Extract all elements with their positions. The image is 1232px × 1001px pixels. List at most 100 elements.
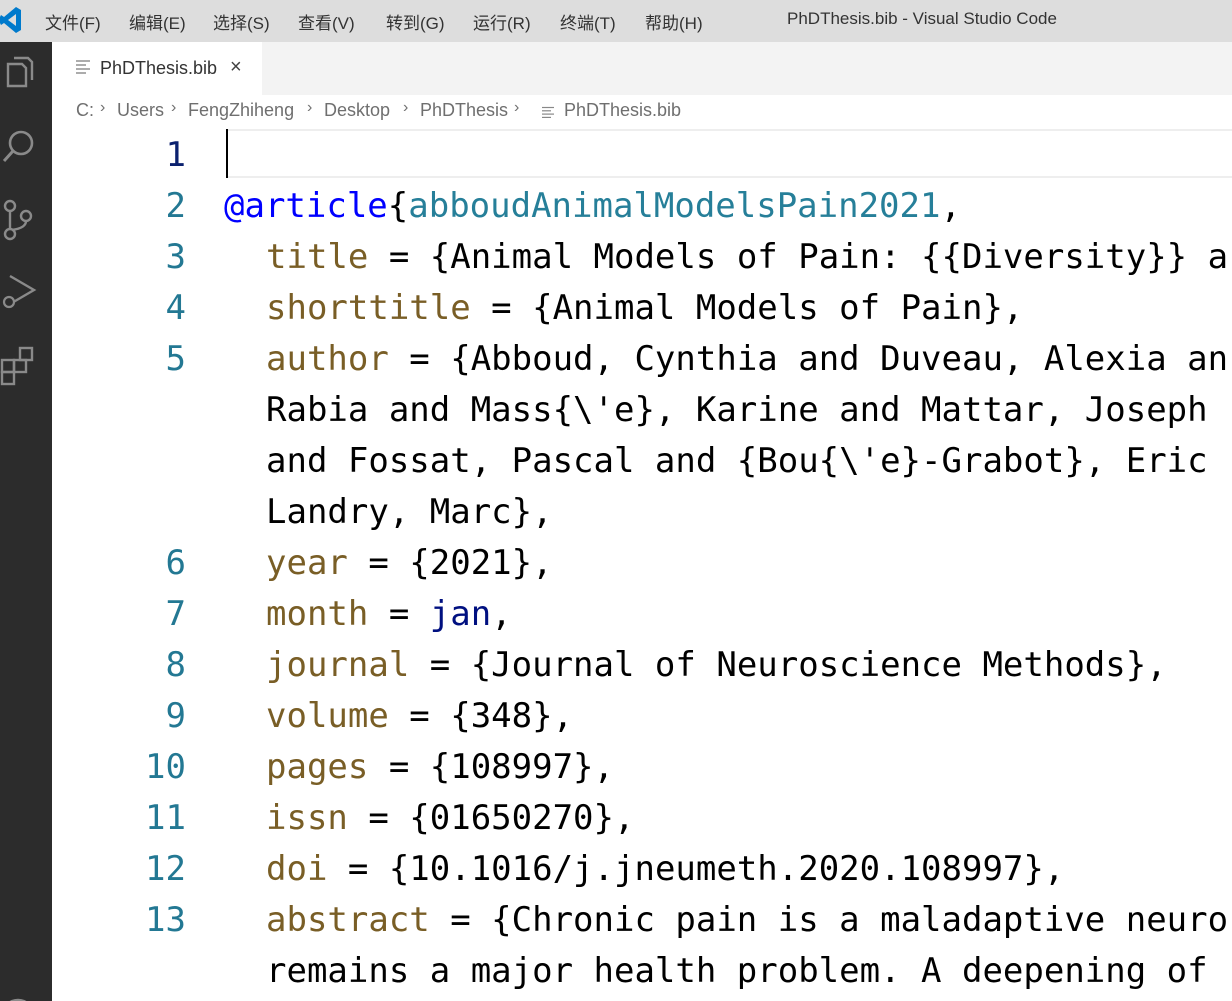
breadcrumb-folder[interactable]: PhDThesis [420,100,508,121]
code-line[interactable]: 5 author = {Abboud, Cynthia and Duveau, … [52,333,1232,384]
menu-run[interactable]: 运行(R) [473,9,531,34]
line-text: volume = {348}, [266,696,573,736]
field-name: doi [266,849,328,889]
field-value: = {01650270}, [347,798,635,838]
line-text: remains a major health problem. A deepen… [266,951,1208,991]
source-control-icon [3,199,33,241]
run-debug-icon [2,274,37,309]
menu-help[interactable]: 帮助(H) [645,9,703,34]
comma: , [940,186,961,226]
field-value: = {348}, [388,696,574,736]
search-icon [2,130,34,163]
wrapped-line[interactable]: Rabia and Mass{\'e}, Karine and Mattar, … [52,384,1232,435]
account-icon [9,998,27,1001]
line-number: 10 [145,747,186,787]
line-text: @article{abboudAnimalModelsPain2021, [224,186,961,226]
open-brace: { [387,186,409,226]
line-number: 8 [165,645,186,685]
menu-file[interactable]: 文件(F) [45,9,101,34]
field-name: year [266,543,348,583]
vscode-logo-icon[interactable] [0,6,22,34]
line-number: 2 [165,186,186,226]
breadcrumb-file[interactable]: PhDThesis.bib [564,100,681,121]
line-text: doi = {10.1016/j.jneumeth.2020.108997}, [266,849,1064,889]
field-name: journal [266,645,410,685]
code-line[interactable]: 6 year = {2021}, [52,537,1232,588]
tab-phdthesis-bib[interactable]: PhDThesis.bib × [52,42,262,95]
code-line[interactable]: 2 @article{abboudAnimalModelsPain2021, [52,180,1232,231]
field-value: = {2021}, [347,543,553,583]
field-value: = {Animal Models of Pain: {{Diversity}} … [368,237,1229,277]
field-name: shorttitle [266,288,471,328]
wrapped-line[interactable]: remains a major health problem. A deepen… [52,945,1232,996]
activity-bar [0,42,52,1001]
line-number: 3 [165,237,186,277]
line-number: 5 [165,339,186,379]
chevron-right-icon: › [403,99,409,116]
explorer-button[interactable] [0,50,52,102]
line-text: shorttitle = {Animal Models of Pain}, [266,288,1023,328]
line-text: month = jan, [266,594,512,634]
menu-view[interactable]: 查看(V) [298,9,355,34]
line-text: issn = {01650270}, [266,798,634,838]
field-value: = {Abboud, Cynthia and Duveau, Alexia an [388,339,1229,379]
equals: = [368,594,430,634]
chevron-right-icon: › [307,99,313,116]
code-line[interactable]: 11 issn = {01650270}, [52,792,1232,843]
line-text: Landry, Marc}, [266,492,553,532]
line-text: title = {Animal Models of Pain: {{Divers… [266,237,1228,277]
breadcrumb: C: › Users › FengZhiheng › Desktop › PhD… [52,95,1232,129]
file-lines-icon [76,60,90,74]
code-line[interactable]: 1 [52,129,1232,180]
wrapped-line[interactable]: and Fossat, Pascal and {Bou{\'e}-Grabot}… [52,435,1232,486]
code-line[interactable]: 9 volume = {348}, [52,690,1232,741]
menu-edit[interactable]: 编辑(E) [129,9,186,34]
breadcrumb-users[interactable]: Users [117,100,164,121]
code-editor[interactable]: 1 2 @article{abboudAnimalModelsPain2021,… [52,129,1232,1001]
chevron-right-icon: › [171,99,177,116]
search-button[interactable] [0,122,52,174]
code-line[interactable]: 4 shorttitle = {Animal Models of Pain}, [52,282,1232,333]
breadcrumb-desktop[interactable]: Desktop [324,100,390,121]
wrapped-line[interactable]: Landry, Marc}, [52,486,1232,537]
close-icon[interactable]: × [230,56,242,79]
run-debug-button[interactable] [0,266,52,318]
line-text: abstract = {Chronic pain is a maladaptiv… [266,900,1228,940]
source-control-button[interactable] [0,194,52,246]
code-line[interactable]: 7 month = jan, [52,588,1232,639]
line-text: and Fossat, Pascal and {Bou{\'e}-Grabot}… [266,441,1208,481]
extensions-button[interactable] [0,338,52,390]
line-number: 6 [165,543,186,583]
line-number: 4 [165,288,186,328]
field-name: issn [266,798,348,838]
field-name: month [266,594,369,634]
window-title: PhDThesis.bib - Visual Studio Code [787,9,1057,28]
field-name: abstract [266,900,430,940]
title-bar: 文件(F) 编辑(E) 选择(S) 查看(V) 转到(G) 运行(R) 终端(T… [0,0,1232,42]
line-number: 1 [165,135,186,175]
code-line[interactable]: 8 journal = {Journal of Neuroscience Met… [52,639,1232,690]
breadcrumb-drive[interactable]: C: [76,100,94,121]
line-text: Rabia and Mass{\'e}, Karine and Mattar, … [266,390,1208,430]
code-line[interactable]: 10 pages = {108997}, [52,741,1232,792]
code-line[interactable]: 3 title = {Animal Models of Pain: {{Dive… [52,231,1232,282]
code-line[interactable]: 13 abstract = {Chronic pain is a maladap… [52,894,1232,945]
line-number: 7 [165,594,186,634]
menu-selection[interactable]: 选择(S) [213,9,270,34]
line-text: journal = {Journal of Neuroscience Metho… [266,645,1167,685]
field-name: volume [266,696,389,736]
line-number: 12 [145,849,186,889]
code-line[interactable]: 12 doi = {10.1016/j.jneumeth.2020.108997… [52,843,1232,894]
account-button[interactable] [0,982,52,1001]
field-value: = {Animal Models of Pain}, [470,288,1024,328]
menu-go[interactable]: 转到(G) [386,9,445,34]
menu-terminal[interactable]: 终端(T) [560,9,616,34]
entry-type: @article [224,186,388,226]
field-name: pages [266,747,369,787]
line-text: author = {Abboud, Cynthia and Duveau, Al… [266,339,1228,379]
breadcrumb-user[interactable]: FengZhiheng [188,100,294,121]
comma: , [491,594,512,634]
citation-key: abboudAnimalModelsPain2021 [408,186,941,226]
line-number: 13 [145,900,186,940]
tab-label: PhDThesis.bib [100,58,218,78]
